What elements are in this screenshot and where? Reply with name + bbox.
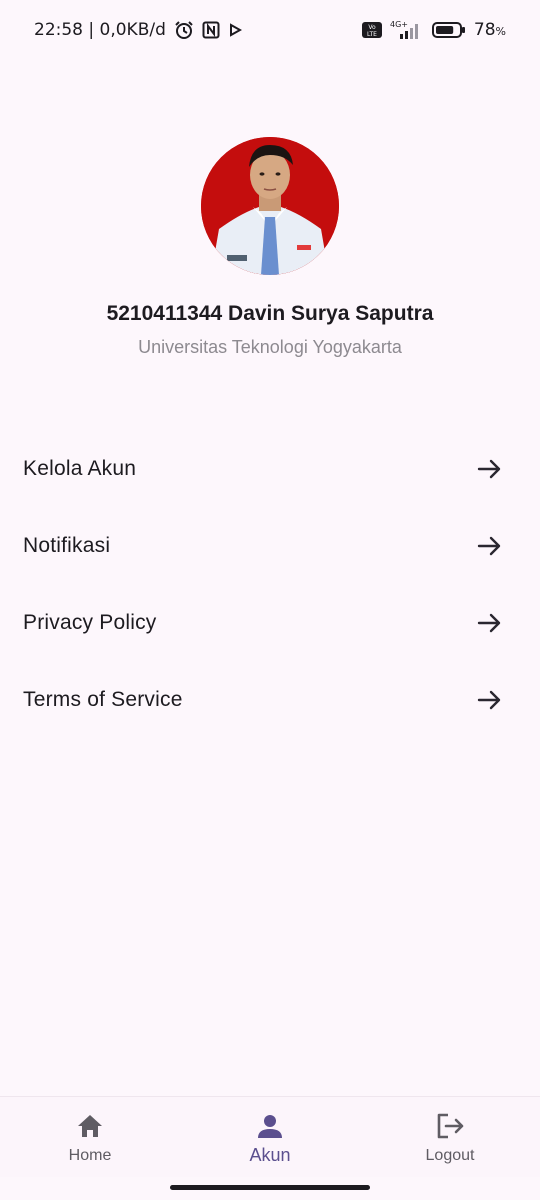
menu-item-label: Terms of Service <box>23 687 183 711</box>
menu-item-kelola-akun[interactable]: Kelola Akun <box>0 430 540 507</box>
menu-item-label: Kelola Akun <box>23 456 137 480</box>
profile-name: 5210411344 Davin Surya Saputra <box>106 302 434 325</box>
logout-icon <box>435 1111 465 1141</box>
nav-item-logout[interactable]: Logout <box>360 1097 540 1177</box>
person-icon <box>255 1111 285 1141</box>
arrow-right-icon <box>476 532 504 560</box>
battery-value: 78 <box>473 20 496 40</box>
nav-item-akun[interactable]: Akun <box>180 1097 360 1177</box>
nav-label-logout: Logout <box>425 1147 475 1164</box>
battery-unit: % <box>495 25 506 38</box>
avatar <box>201 137 339 275</box>
status-bar: 22:58 | 0,0KB/d Vo LTE 4G+ 78% <box>0 0 540 60</box>
nav-label-home: Home <box>68 1147 112 1164</box>
menu-item-label: Privacy Policy <box>23 610 157 634</box>
bottom-navigation: Home Akun Logout <box>0 1096 540 1177</box>
status-left: 22:58 | 0,0KB/d <box>34 20 242 40</box>
gesture-bar[interactable] <box>170 1185 370 1190</box>
nfc-icon <box>202 21 220 39</box>
home-icon <box>75 1111 105 1141</box>
svg-text:Vo: Vo <box>368 24 376 31</box>
svg-text:4G+: 4G+ <box>390 20 408 29</box>
menu-item-terms-of-service[interactable]: Terms of Service <box>0 661 540 738</box>
account-menu: Kelola Akun Notifikasi Privacy Policy Te… <box>0 430 540 738</box>
battery-percent: 78% <box>474 20 506 40</box>
status-right: Vo LTE 4G+ 78% <box>361 20 506 40</box>
menu-item-notifikasi[interactable]: Notifikasi <box>0 507 540 584</box>
battery-icon <box>431 21 466 39</box>
profile-university: Universitas Teknologi Yogyakarta <box>138 337 402 357</box>
avatar-photo <box>201 137 339 275</box>
arrow-right-icon <box>476 686 504 714</box>
signal-icon: 4G+ <box>390 20 424 40</box>
status-time-speed: 22:58 | 0,0KB/d <box>34 20 166 40</box>
arrow-right-icon <box>476 455 504 483</box>
alarm-icon <box>174 20 194 40</box>
menu-item-privacy-policy[interactable]: Privacy Policy <box>0 584 540 661</box>
play-store-icon <box>228 23 242 37</box>
volte-icon: Vo LTE <box>361 22 382 38</box>
nav-item-home[interactable]: Home <box>0 1097 180 1177</box>
arrow-right-icon <box>476 609 504 637</box>
menu-item-label: Notifikasi <box>23 533 111 557</box>
svg-text:LTE: LTE <box>367 31 377 38</box>
nav-label-akun: Akun <box>249 1145 291 1165</box>
